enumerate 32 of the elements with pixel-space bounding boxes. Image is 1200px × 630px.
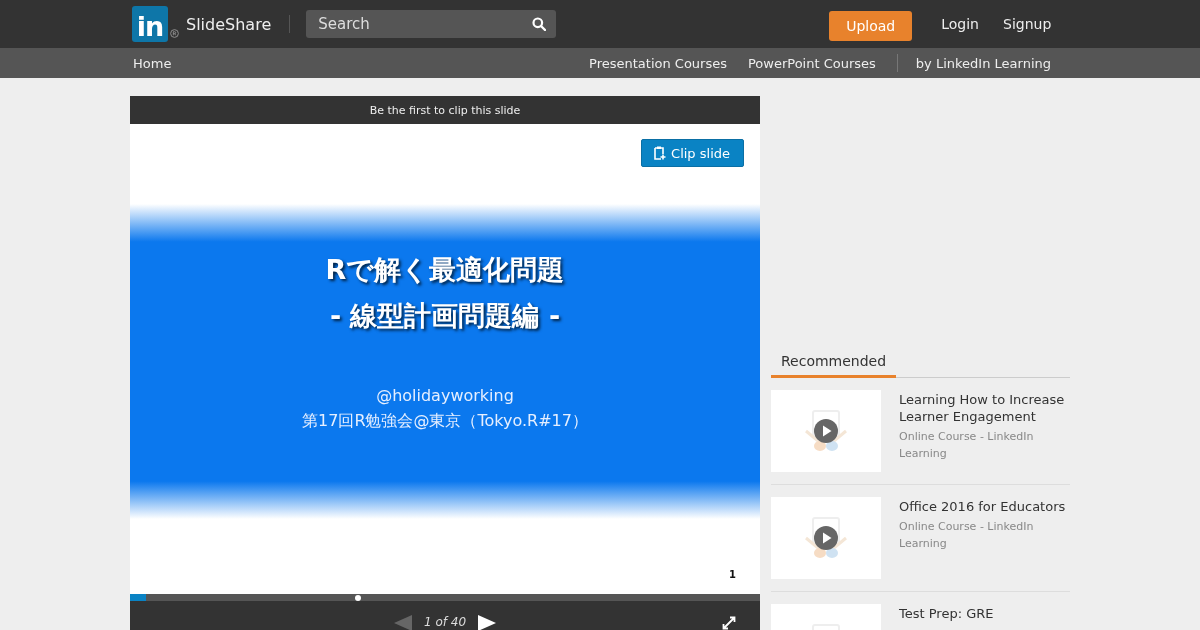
clip-banner: Be the first to clip this slide <box>130 96 760 124</box>
clip-slide-button[interactable]: Clip slide <box>641 139 744 167</box>
course-source: Online Course - LinkedIn Learning <box>899 429 1035 462</box>
nav-link[interactable]: Signup <box>1003 16 1052 32</box>
brand-name[interactable]: SlideShare <box>186 14 272 34</box>
slide-counter: 1 of 40 <box>423 615 467 629</box>
registered-icon <box>170 28 179 38</box>
course-link[interactable]: PowerPoint Courses <box>748 55 876 71</box>
progress-track[interactable] <box>130 594 760 601</box>
search-field[interactable]: Search <box>306 10 557 38</box>
course-thumbnail[interactable] <box>771 497 881 579</box>
fullscreen-icon[interactable] <box>722 616 736 630</box>
course-source: Online Course - LinkedIn Learning <box>899 519 1035 552</box>
course-link[interactable]: Presentation Courses <box>589 55 727 71</box>
slide-number: 1 <box>729 569 736 580</box>
clipboard-plus-icon <box>654 146 667 160</box>
sidebar-tab[interactable]: Recommended <box>771 350 897 378</box>
course-thumbnail[interactable] <box>771 390 881 472</box>
slide-title: Rで解く最適化問題 <box>325 253 565 287</box>
search-icon[interactable] <box>532 17 547 31</box>
logo-icon[interactable]: in <box>132 6 168 42</box>
course-title[interactable]: Learning How to Increase Learner Engagement <box>899 391 1070 425</box>
slide-event: 第17回R勉強会@東京（Tokyo.R#17） <box>302 411 588 432</box>
course-title[interactable]: Test Prep: GRE <box>899 605 994 622</box>
progress-marker[interactable] <box>355 595 361 601</box>
next-arrow-icon[interactable] <box>478 615 497 630</box>
home-link[interactable]: Home <box>133 55 172 71</box>
course-title[interactable]: Office 2016 for Educators <box>899 498 1070 515</box>
slide-author: @holidayworking <box>376 386 514 405</box>
nav-link[interactable]: Login <box>941 16 979 32</box>
slide-title: - 線型計画問題編 - <box>329 299 561 333</box>
partner-link[interactable]: by LinkedIn Learning <box>915 55 1051 71</box>
